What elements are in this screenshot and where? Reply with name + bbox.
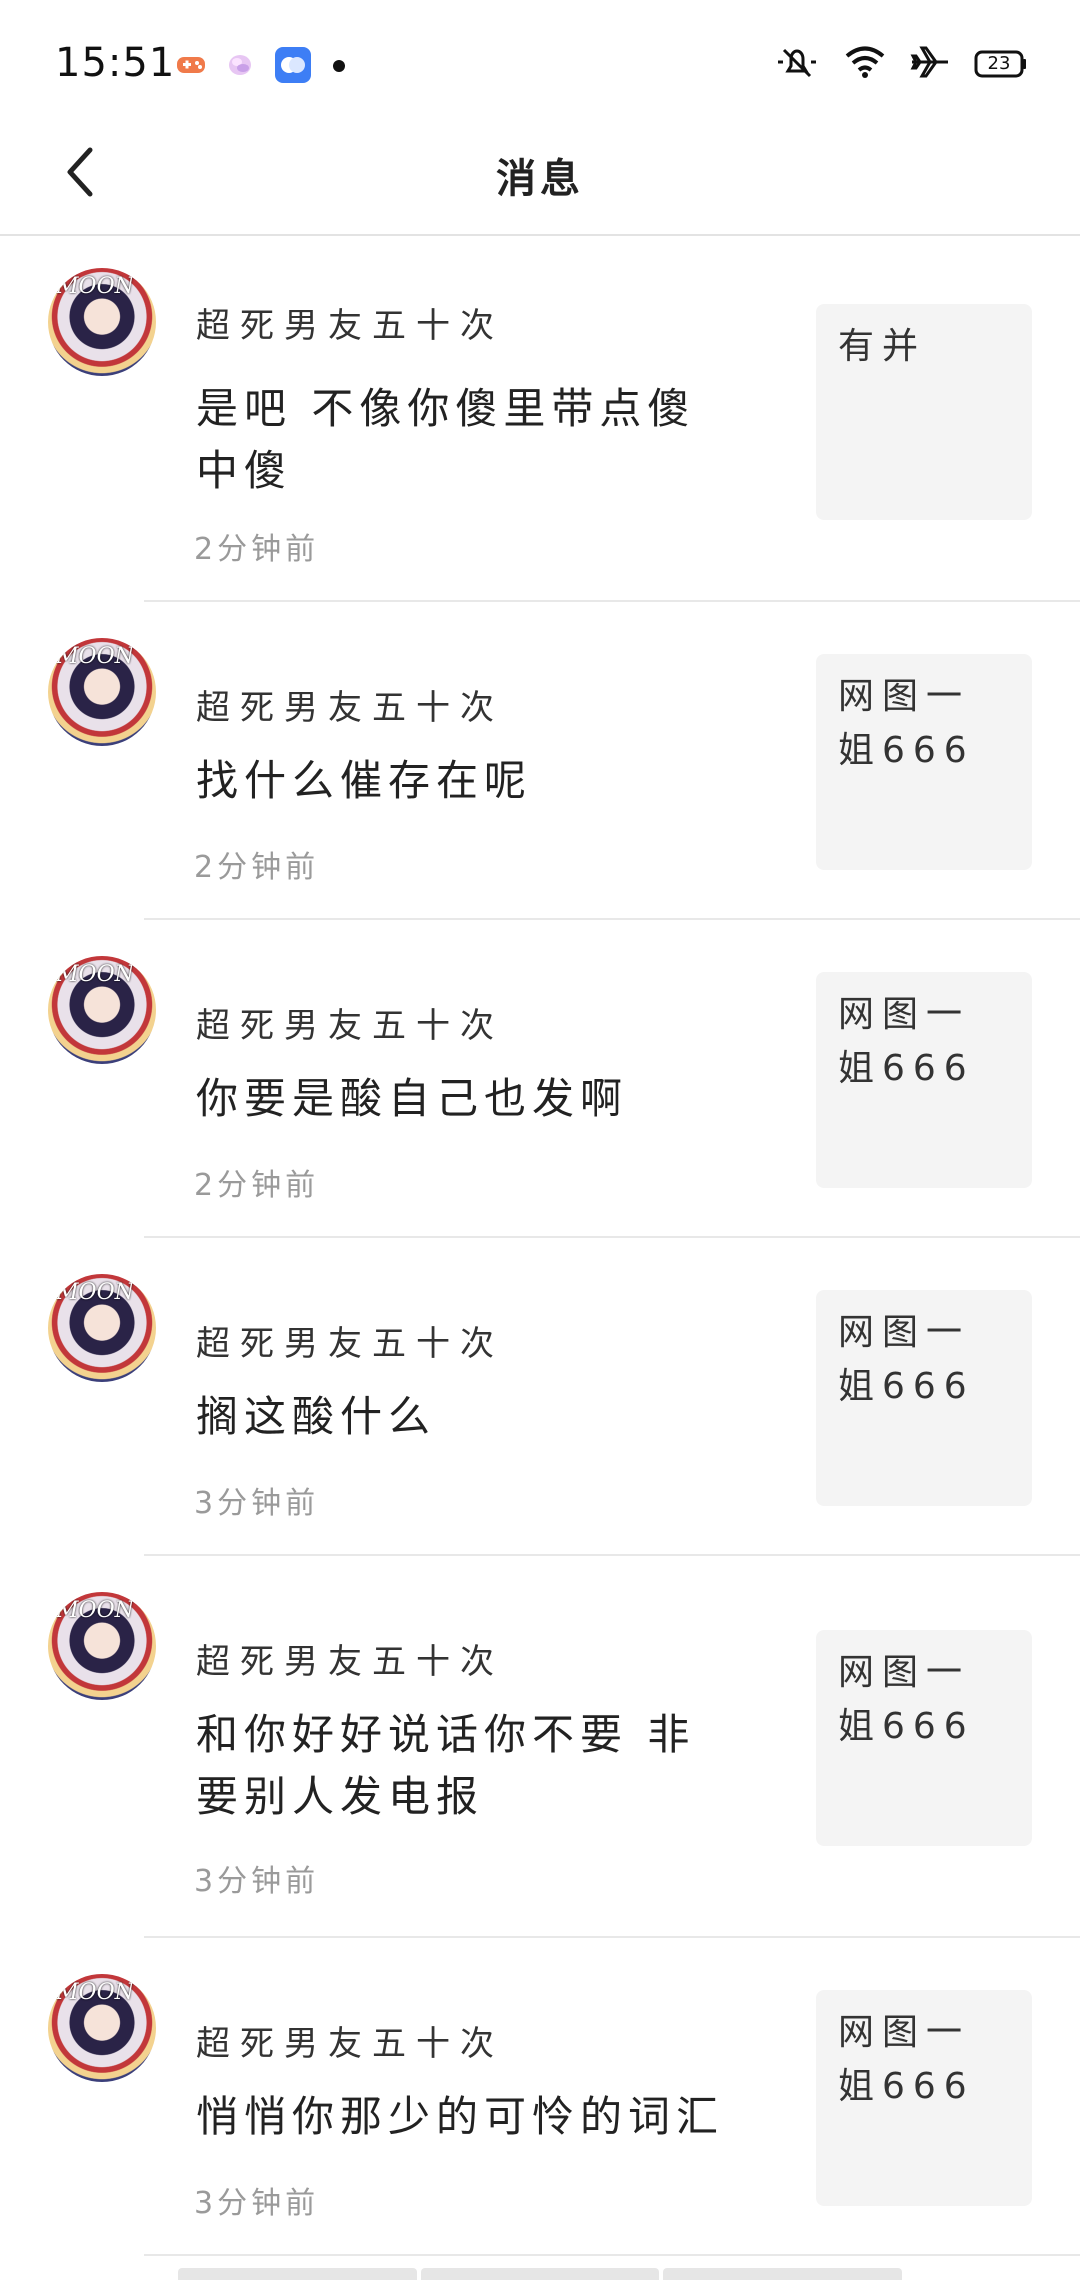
sender-name[interactable]: 超死男友五十次 <box>196 998 504 1047</box>
list-item[interactable]: 超死男友五十次 找什么催存在呢 2分钟前 网图一姐666 <box>0 602 1080 920</box>
status-time: 15:51 <box>55 40 176 86</box>
avatar[interactable] <box>48 1592 156 1700</box>
message-time: 2分钟前 <box>194 850 320 885</box>
battery-icon: 23 <box>974 50 1028 78</box>
notification-icons <box>176 46 346 88</box>
list-item[interactable]: 超死男友五十次 是吧 不像你傻里带点傻中傻 2分钟前 有并 <box>0 238 1080 602</box>
system-icons: 23 <box>774 44 1028 84</box>
referenced-post[interactable]: 网图一姐666 <box>816 654 1032 870</box>
bubble-app-icon <box>226 52 254 82</box>
page-header: 消息 <box>0 120 1080 236</box>
message-text: 是吧 不像你傻里带点傻中傻 <box>196 384 696 495</box>
message-text: 悄悄你那少的可怜的词汇 <box>196 2092 725 2141</box>
sender-name[interactable]: 超死男友五十次 <box>196 1316 504 1365</box>
avatar[interactable] <box>48 1974 156 2082</box>
referenced-post[interactable]: 网图一姐666 <box>816 1630 1032 1846</box>
battery-level: 23 <box>987 53 1011 74</box>
sender-name[interactable]: 超死男友五十次 <box>196 1634 504 1683</box>
dot-icon <box>332 58 346 77</box>
avatar[interactable] <box>48 956 156 1064</box>
message-text: 找什么催存在呢 <box>196 756 533 805</box>
page-title: 消息 <box>496 156 584 202</box>
message-time: 2分钟前 <box>194 532 320 567</box>
chat-app-icon <box>274 46 312 88</box>
list-item[interactable]: 超死男友五十次 悄悄你那少的可怜的词汇 3分钟前 网图一姐666 <box>0 1938 1080 2256</box>
bottom-bar <box>178 2268 903 2280</box>
list-item[interactable]: 超死男友五十次 和你好好说话你不要 非要别人发电报 3分钟前 网图一姐666 <box>0 1556 1080 1938</box>
sender-name[interactable]: 超死男友五十次 <box>196 298 504 347</box>
airplane-icon <box>910 44 950 84</box>
divider <box>144 2254 1080 2256</box>
sender-name[interactable]: 超死男友五十次 <box>196 2016 504 2065</box>
avatar[interactable] <box>48 1274 156 1382</box>
message-list[interactable]: 超死男友五十次 是吧 不像你傻里带点傻中傻 2分钟前 有并 超死男友五十次 找什… <box>0 238 1080 2256</box>
avatar[interactable] <box>48 268 156 376</box>
message-time: 2分钟前 <box>194 1168 320 1203</box>
message-time: 3分钟前 <box>194 2186 320 2221</box>
referenced-post[interactable]: 网图一姐666 <box>816 1290 1032 1506</box>
list-item[interactable]: 超死男友五十次 你要是酸自己也发啊 2分钟前 网图一姐666 <box>0 920 1080 1238</box>
message-text: 和你好好说话你不要 非要别人发电报 <box>196 1710 696 1821</box>
message-text: 你要是酸自己也发啊 <box>196 1074 629 1123</box>
list-item[interactable]: 超死男友五十次 搁这酸什么 3分钟前 网图一姐666 <box>0 1238 1080 1556</box>
referenced-post[interactable]: 有并 <box>816 304 1032 520</box>
bottom-bar-segment <box>420 2268 660 2280</box>
sender-name[interactable]: 超死男友五十次 <box>196 680 504 729</box>
mute-bell-icon <box>774 44 820 84</box>
message-text: 搁这酸什么 <box>196 1392 437 1441</box>
referenced-post[interactable]: 网图一姐666 <box>816 972 1032 1188</box>
referenced-post[interactable]: 网图一姐666 <box>816 1990 1032 2206</box>
bottom-bar-segment <box>178 2268 417 2280</box>
game-app-icon <box>176 54 206 80</box>
message-time: 3分钟前 <box>194 1864 320 1899</box>
message-time: 3分钟前 <box>194 1486 320 1521</box>
wifi-icon <box>844 45 886 83</box>
avatar[interactable] <box>48 638 156 746</box>
status-bar: 15:51 23 <box>0 0 1080 120</box>
bottom-bar-segment <box>663 2268 903 2280</box>
